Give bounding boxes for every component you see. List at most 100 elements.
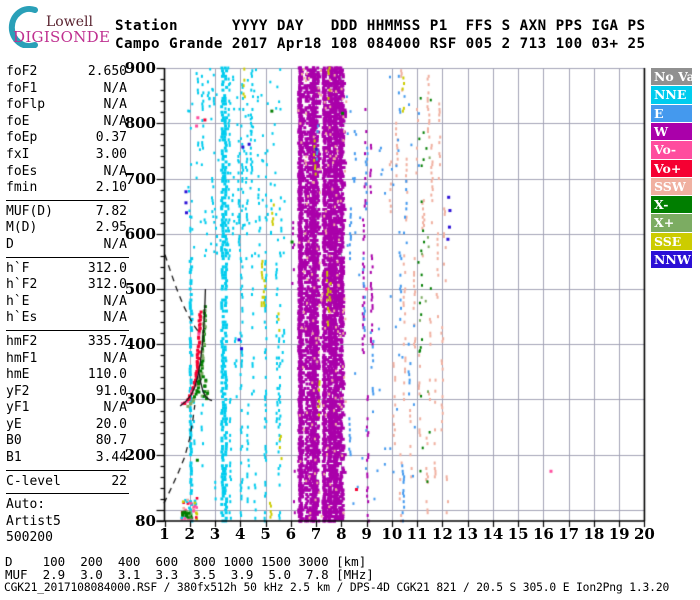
legend-item-noval: No Val	[651, 68, 700, 86]
y-axis-label: 900	[124, 59, 156, 78]
legend-label: W	[654, 123, 669, 139]
separator	[6, 329, 129, 331]
legend-label: X-	[654, 197, 669, 213]
param-value: 3.00	[95, 146, 127, 162]
param-row: h`F 312.0	[6, 261, 127, 278]
param-label: M(D)	[6, 220, 38, 236]
separator	[6, 256, 129, 258]
param-row: foEp 0.37	[6, 130, 127, 147]
legend-label: SSW	[654, 178, 686, 194]
legend-item-vo: Vo-	[651, 141, 692, 159]
param-label: B1	[6, 450, 22, 466]
param-label: hmE	[6, 367, 30, 383]
legend-label: Vo+	[654, 160, 682, 176]
param-label: D	[6, 236, 14, 252]
status-line: CGK21_2017108084000.RSF / 380fx512h 50 k…	[4, 581, 670, 594]
legend-item-ssw: SSW	[651, 177, 692, 196]
auto-info-text: Auto:	[6, 497, 46, 513]
legend-label: NNE	[654, 87, 687, 103]
param-label: hmF1	[6, 350, 38, 366]
y-axis-label: 300	[124, 390, 156, 409]
param-label: foF2	[6, 64, 38, 79]
param-row: foFlp N/A	[6, 97, 127, 114]
auto-info-line: 500200	[6, 530, 127, 547]
brand-logo: Lowell DIGISONDE	[6, 4, 116, 48]
legend-item-sse: SSE	[651, 232, 692, 251]
digisonde-ionogram-window: { "logo": {"brand_top": "Lowell", "brand…	[0, 0, 700, 600]
param-label: foFlp	[6, 97, 46, 113]
param-label: foEp	[6, 130, 38, 146]
legend-item-vo: Vo+	[651, 159, 692, 177]
param-row: h`F2 312.0	[6, 277, 127, 294]
y-axis-label: 500	[124, 279, 156, 298]
brand-digisonde: DIGISONDE	[13, 28, 111, 46]
param-row: M(D) 2.95	[6, 220, 127, 237]
param-value: N/A	[103, 350, 127, 366]
auto-info-text: 500200	[6, 530, 53, 546]
x-axis-label: 14	[482, 525, 504, 543]
y-axis-label: 600	[124, 224, 156, 243]
legend-item-x: X-	[651, 196, 692, 214]
x-axis-label: 15	[507, 525, 529, 543]
param-panel: foF2 2.650 foF1 N/A foFlp N/A foE N/A foEp 0.37 fx…	[6, 64, 129, 547]
x-axis-label: 18	[583, 525, 605, 543]
param-value: 110.0	[87, 367, 127, 383]
param-label: h`F2	[6, 277, 38, 293]
x-axis-label: 16	[532, 525, 554, 543]
param-label: hmF2	[6, 333, 38, 349]
param-value: N/A	[103, 310, 127, 326]
param-label: foF1	[6, 80, 38, 96]
param-row: h`E N/A	[6, 294, 127, 311]
x-axis-label: 20	[634, 525, 655, 543]
x-axis-label: 19	[608, 525, 630, 543]
legend-label: NNW	[654, 252, 691, 267]
param-row: foF1 N/A	[6, 81, 127, 98]
legend-item-nnw: NNW	[651, 251, 692, 269]
legend-item-w: W	[651, 122, 692, 141]
legend-label: E	[654, 105, 664, 121]
param-label: h`Es	[6, 310, 38, 326]
y-axis-label: 200	[124, 445, 156, 464]
param-label: h`F	[6, 260, 30, 276]
legend-item-x: X+	[651, 214, 692, 232]
param-value: N/A	[103, 80, 127, 96]
param-row: fxI 3.00	[6, 147, 127, 164]
param-row: D N/A	[6, 237, 127, 254]
x-axis-label: 11	[406, 525, 428, 543]
legend-label: No Val	[654, 69, 700, 84]
legend-item-nne: NNE	[651, 86, 692, 104]
param-row: yE 20.0	[6, 417, 127, 434]
param-row: hmE 110.0	[6, 367, 127, 384]
param-label: foEs	[6, 163, 38, 179]
param-value: 20.0	[95, 416, 127, 432]
x-axis-label: 17	[558, 525, 580, 543]
param-row: foE N/A	[6, 114, 127, 131]
param-label: yF2	[6, 383, 30, 399]
param-row: MUF(D) 7.82	[6, 204, 127, 221]
x-axis-label: 9	[361, 525, 372, 543]
param-row: fmin 2.10	[6, 180, 127, 197]
legend-label: X+	[654, 215, 675, 231]
x-axis-label: 5	[260, 525, 271, 543]
separator	[6, 469, 129, 471]
param-row: foEs N/A	[6, 164, 127, 181]
legend-label: Vo-	[654, 142, 677, 158]
param-label: yE	[6, 416, 22, 432]
param-row: hmF1 N/A	[6, 351, 127, 368]
x-axis-label: 1	[159, 525, 170, 543]
x-axis-label: 7	[310, 525, 322, 543]
x-axis-label: 6	[285, 525, 297, 543]
y-axis-label: 800	[124, 114, 156, 133]
param-label: MUF(D)	[6, 203, 53, 219]
param-row: B0 80.7	[6, 433, 127, 450]
param-label: C-level	[6, 473, 61, 489]
param-row: C-level 22	[6, 474, 127, 491]
x-axis-label: 12	[431, 525, 453, 543]
legend-item-e: E	[651, 104, 692, 122]
param-value: 22	[111, 473, 127, 489]
separator	[6, 199, 129, 201]
x-axis-label: 3	[209, 525, 221, 543]
ionogram-canvas	[140, 60, 656, 548]
param-value: 7.82	[95, 203, 127, 219]
param-row: yF2 91.0	[6, 384, 127, 401]
